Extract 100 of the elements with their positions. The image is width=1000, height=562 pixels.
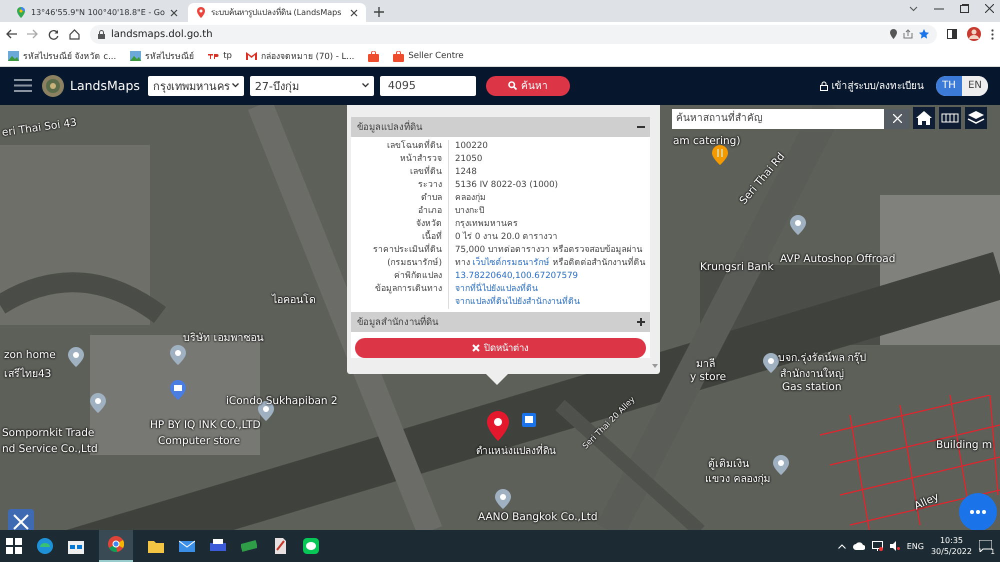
close-icon[interactable] [985, 4, 994, 13]
place-search-field[interactable]: ค้นหาสถานที่สำคัญ [672, 108, 910, 129]
search-button[interactable]: ค้นหา [486, 76, 570, 96]
browser-tab[interactable]: 13°46'55.9"N 100°40'18.8"E - Go [8, 3, 186, 22]
input-language[interactable]: ENG [906, 542, 924, 550]
shopping-bag-icon[interactable] [368, 50, 380, 62]
mail-icon[interactable] [179, 538, 195, 554]
minimize-icon[interactable] [934, 8, 944, 10]
expand-icon [637, 318, 645, 326]
grid-button[interactable] [939, 106, 961, 129]
network-icon[interactable] [872, 541, 883, 551]
map-label: Computer store [158, 434, 240, 447]
maximize-icon[interactable] [960, 4, 969, 13]
map-pin-icon[interactable] [790, 214, 806, 235]
close-icon[interactable] [170, 8, 178, 16]
scrollbar-arrow-icon[interactable] [652, 364, 658, 368]
map-pin-icon[interactable] [763, 352, 779, 373]
home-icon[interactable] [69, 28, 80, 40]
field-label: หน้าสำรวจ [351, 152, 449, 166]
new-tab-icon[interactable] [374, 7, 384, 17]
location-marker-icon[interactable] [487, 410, 509, 441]
chrome-icon[interactable] [108, 536, 124, 552]
back-icon[interactable] [6, 29, 17, 39]
field-value: 75,000 บาทต่อตารางวา หรือตรวจสอบข้อมูลผ่านทาง เว็บไซต์กรมธนารักษ์ หรือติดต่อสำนักงานที่ดิน [454, 244, 646, 270]
bookmark-link[interactable]: กล่องจดหมาย (70) - L... [260, 49, 354, 63]
field-label: เลขที่ดิน [351, 166, 449, 179]
field-value: บางกะปิ [454, 204, 485, 218]
map-pin-icon[interactable] [68, 346, 84, 367]
location-icon[interactable] [890, 29, 897, 39]
more-icon[interactable] [991, 28, 994, 40]
lock-icon[interactable] [820, 80, 828, 91]
map-label: Krungsri Bank [700, 260, 774, 273]
start-icon[interactable] [6, 538, 22, 554]
star-icon[interactable] [919, 29, 929, 39]
field-label: ระวาง [351, 178, 449, 192]
map-pin-icon[interactable] [773, 454, 789, 475]
shop-pin-icon[interactable] [170, 380, 186, 400]
map-label: เสรีไทย43 [4, 366, 52, 382]
text-link[interactable]: เว็บไซต์กรมธนารักษ์ [472, 258, 550, 268]
text-link[interactable]: จากที่นี่ไปยังแปลงที่ดิน [455, 282, 650, 296]
map-label: HP BY IQ INK CO.,LTD [150, 418, 261, 431]
reload-icon[interactable] [48, 28, 59, 40]
emblem-logo-icon [42, 74, 64, 97]
layers-button[interactable] [965, 106, 987, 129]
map-label: Alley [912, 490, 941, 512]
bookmark-link[interactable]: รหัสไปรษณีย์ จังหวัด c... [23, 49, 116, 63]
map-label: ไอคอนโด [272, 292, 316, 308]
text-link[interactable]: จากแปลงที่ดินไปยังสำนักงานที่ดิน [455, 296, 650, 309]
side-panel-icon[interactable] [947, 29, 957, 39]
section-header[interactable]: ข้อมูลสำนักงานที่ดิน [351, 312, 650, 332]
clock-date[interactable]: 30/5/2022 [930, 546, 972, 557]
folder-icon[interactable] [148, 538, 164, 554]
map-pin-icon[interactable] [495, 488, 511, 509]
restaurant-pin-icon[interactable] [712, 144, 728, 165]
clear-icon[interactable] [892, 114, 902, 124]
chevron-down-icon[interactable] [909, 6, 918, 12]
browser-tab[interactable]: ระบบค้นหารูปแปลงที่ดิน (LandsMaps [188, 3, 366, 22]
close-icon[interactable] [350, 8, 358, 16]
field-label: ค่าพิกัดแปลง [351, 270, 449, 283]
store-icon[interactable] [68, 538, 84, 554]
bookmark-link[interactable]: รหัสไปรษณีย์ [145, 49, 194, 63]
bus-stop-icon[interactable] [522, 412, 536, 427]
cloud-icon[interactable] [852, 542, 865, 550]
text-link[interactable]: 13.78220640,100.67207579 [455, 270, 650, 283]
field-value: 21050 [454, 152, 484, 166]
bookmark-link[interactable]: tp [223, 51, 232, 61]
field-label: อำเภอ [351, 204, 449, 218]
marker-label: ตำแหน่งแปลงที่ดิน [476, 442, 556, 458]
map-label: y store [690, 370, 726, 383]
share-icon[interactable] [903, 29, 913, 39]
login-link[interactable]: เข้าสู่ระบบ/ลงทะเบียน [832, 78, 924, 94]
clock-time[interactable]: 10:35 [940, 535, 964, 546]
map-label: มาลี [696, 356, 715, 372]
image-icon[interactable] [130, 50, 142, 62]
notification-icon[interactable] [979, 540, 992, 552]
document-icon[interactable] [272, 538, 288, 554]
language-toggle[interactable]: TH [936, 76, 962, 96]
field-label: ตำบล [351, 192, 449, 205]
province-select[interactable]: กรุงเทพมหานคร [148, 76, 244, 96]
speaker-icon[interactable] [890, 541, 900, 551]
chevron-down-icon [362, 83, 369, 88]
chat-app-icon[interactable] [303, 538, 319, 554]
section-header[interactable]: ข้อมูลแปลงที่ดิน [351, 116, 650, 137]
printer-icon[interactable] [210, 538, 226, 554]
menu-icon[interactable] [14, 79, 32, 92]
tab-title: 13°46'55.9"N 100°40'18.8"E - Go [31, 8, 165, 17]
chevron-up-icon[interactable] [838, 544, 846, 548]
district-select[interactable]: 27-บึงกุ่ม [250, 76, 374, 96]
map-label: Sompornkit Trade [2, 426, 94, 439]
parcel-number-field[interactable]: 4095 [380, 76, 476, 96]
home-button[interactable] [913, 106, 935, 129]
close-window-button[interactable]: ปิดหน้าต่าง [355, 338, 646, 358]
shopping-bag-icon[interactable] [393, 50, 404, 62]
measure-tool-button[interactable] [8, 508, 34, 530]
avatar-icon[interactable] [967, 27, 981, 41]
bookmark-link[interactable]: Seller Centre [408, 51, 464, 61]
field-value: กรุงเทพมหานคร [454, 218, 519, 231]
browser-icon[interactable] [37, 538, 53, 554]
image-icon[interactable] [8, 50, 19, 62]
field-value: คลองกุ่ม [454, 192, 487, 205]
